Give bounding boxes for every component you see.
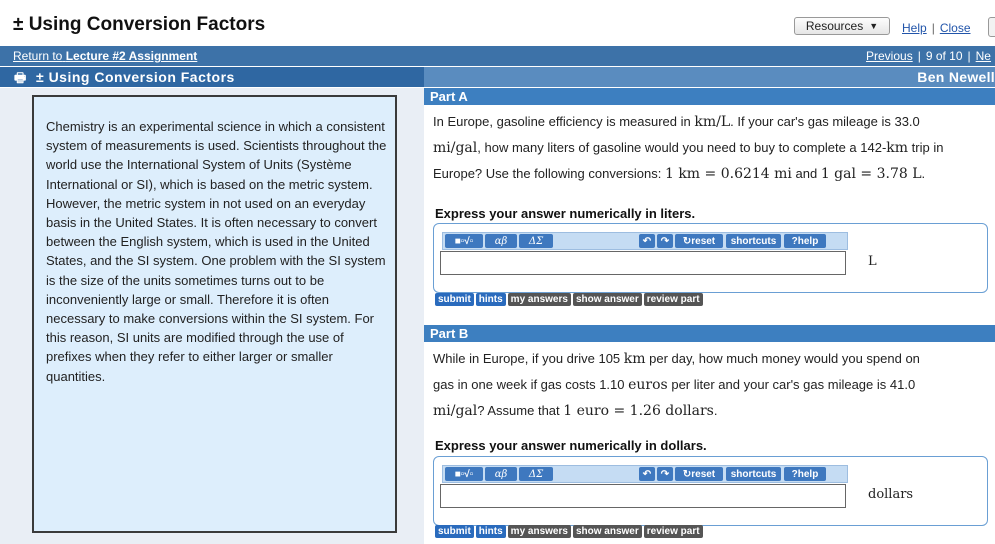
hints-button[interactable]: hints — [475, 293, 506, 306]
reset-icon: ↻ — [682, 235, 692, 247]
pager-position: 9 of 10 — [925, 49, 963, 63]
part-b-m1: km — [623, 351, 646, 367]
return-target: Lecture #2 Assignment — [65, 49, 198, 63]
part-b-q3: gas in one week if gas costs 1.10 — [433, 377, 629, 392]
my-answers-button[interactable]: my answers — [507, 525, 571, 538]
undo-icon[interactable]: ↶ — [639, 234, 655, 248]
close-link[interactable]: Close — [940, 21, 971, 35]
part-a-q3: , how many liters of gasoline would you … — [477, 140, 887, 155]
part-b-q5: ? Assume that — [477, 403, 564, 418]
help-button[interactable]: ? help — [784, 234, 826, 248]
part-b-answer-input[interactable] — [440, 484, 846, 508]
page-title: ± Using Conversion Factors — [13, 14, 266, 35]
greek-button[interactable]: αβ — [485, 467, 517, 481]
resources-dropdown[interactable]: Resources ▼ — [794, 17, 890, 35]
resources-label: Resources — [805, 19, 864, 33]
nav-bar: Return to Lecture #2 Assignment Previous… — [0, 46, 995, 66]
section-title-bar: 🖶 ± Using Conversion Factors — [0, 67, 424, 87]
part-b-answer-box: ■▫√▫ αβ ΔΣ ↶ ↷ ↻ reset shortcuts ? help … — [433, 456, 988, 526]
part-a-m2: mi/gal — [433, 140, 478, 156]
show-answer-button[interactable]: show answer — [572, 525, 642, 538]
part-b-label: Part B — [430, 326, 469, 341]
reset-label: reset — [691, 235, 716, 247]
submit-button[interactable]: submit — [435, 525, 474, 538]
part-a-actions: submit hints my answers show answer revi… — [435, 293, 703, 306]
greek-button[interactable]: αβ — [485, 234, 517, 248]
show-answer-button[interactable]: show answer — [572, 293, 642, 306]
part-a-q7: . — [921, 166, 926, 181]
part-b-q1: While in Europe, if you drive 105 — [433, 351, 624, 366]
part-a-q2: . If your car's gas mileage is 33.0 — [730, 114, 920, 129]
submit-button[interactable]: submit — [435, 293, 474, 306]
window-control-button[interactable] — [988, 17, 995, 37]
help-link[interactable]: Help — [902, 21, 927, 35]
hints-button[interactable]: hints — [475, 525, 506, 538]
help-button[interactable]: ? help — [784, 467, 826, 481]
part-b-m4: 1 euro = 1.26 dollars — [563, 403, 714, 419]
help-label: help — [797, 468, 819, 480]
template-button[interactable]: ■▫√▫ — [445, 234, 483, 248]
part-a-q1: In Europe, gasoline efficiency is measur… — [433, 114, 695, 129]
review-part-button[interactable]: review part — [643, 293, 703, 306]
reset-button[interactable]: ↻ reset — [675, 234, 723, 248]
part-b-q6: . — [713, 403, 718, 418]
my-answers-button[interactable]: my answers — [507, 293, 571, 306]
part-b-instruction: Express your answer numerically in dolla… — [435, 438, 707, 453]
review-part-button[interactable]: review part — [643, 525, 703, 538]
part-a-m5: 1 gal = 3.78 L — [820, 166, 922, 182]
part-b-actions: submit hints my answers show answer revi… — [435, 525, 703, 538]
part-a-unit: L — [868, 254, 877, 269]
section-header: 🖶 ± Using Conversion Factors Ben Newell — [0, 67, 995, 87]
part-a-instruction: Express your answer numerically in liter… — [435, 206, 696, 221]
part-a-q6: and — [791, 166, 821, 181]
shortcuts-button[interactable]: shortcuts — [726, 234, 781, 248]
part-a-answer-box: ■▫√▫ αβ ΔΣ ↶ ↷ ↻ reset shortcuts ? help … — [433, 223, 988, 293]
user-name: Ben Newell — [917, 69, 995, 85]
delta-button[interactable]: ΔΣ — [519, 467, 553, 481]
shortcuts-button[interactable]: shortcuts — [726, 467, 781, 481]
undo-icon[interactable]: ↶ — [639, 467, 655, 481]
part-a-q4: trip in — [908, 140, 944, 155]
part-a-toolbar: ■▫√▫ αβ ΔΣ ↶ ↷ ↻ reset shortcuts ? help — [442, 232, 848, 250]
template-button[interactable]: ■▫√▫ — [445, 467, 483, 481]
reset-button[interactable]: ↻ reset — [675, 467, 723, 481]
return-prefix: Return to — [13, 49, 63, 63]
next-link[interactable]: Ne — [976, 49, 991, 63]
title-bar: ± Using Conversion Factors Resources ▼ H… — [0, 0, 995, 44]
reset-label: reset — [691, 468, 716, 480]
chevron-down-icon: ▼ — [869, 21, 879, 31]
delta-button[interactable]: ΔΣ — [519, 234, 553, 248]
top-links: Help | Close — [902, 21, 971, 35]
redo-icon[interactable]: ↷ — [657, 467, 673, 481]
part-b-m3: mi/gal — [433, 403, 478, 419]
part-b-unit: dollars — [868, 487, 914, 502]
part-a-label: Part A — [430, 89, 468, 104]
part-b-toolbar: ■▫√▫ αβ ΔΣ ↶ ↷ ↻ reset shortcuts ? help — [442, 465, 848, 483]
intro-box: Chemistry is an experimental science in … — [32, 95, 397, 533]
part-b-question: While in Europe, if you drive 105 km per… — [433, 346, 995, 424]
part-b-m2: euros — [628, 377, 668, 393]
section-title: ± Using Conversion Factors — [36, 69, 235, 85]
part-a-answer-input[interactable] — [440, 251, 846, 275]
redo-icon[interactable]: ↷ — [657, 234, 673, 248]
intro-text: Chemistry is an experimental science in … — [46, 119, 387, 384]
part-a-q5: Europe? Use the following conversions: — [433, 166, 665, 181]
part-b-q2: per day, how much money would you spend … — [645, 351, 920, 366]
part-a-m1: km/L — [694, 114, 731, 130]
part-a-m4: 1 km = 0.6214 mi — [664, 166, 792, 182]
reset-icon: ↻ — [682, 468, 692, 480]
part-a-question: In Europe, gasoline efficiency is measur… — [433, 109, 995, 187]
part-a-header[interactable]: Part A — [424, 88, 995, 105]
return-link[interactable]: Return to Lecture #2 Assignment — [13, 49, 197, 63]
part-b-q4: per liter and your car's gas mileage is … — [667, 377, 916, 392]
previous-link[interactable]: Previous — [866, 49, 913, 63]
intro-pane: Chemistry is an experimental science in … — [0, 88, 424, 544]
pager: Previous | 9 of 10 | Ne — [866, 49, 991, 63]
help-label: help — [797, 235, 819, 247]
part-b-header[interactable]: Part B — [424, 325, 995, 342]
part-a-m3: km — [886, 140, 909, 156]
